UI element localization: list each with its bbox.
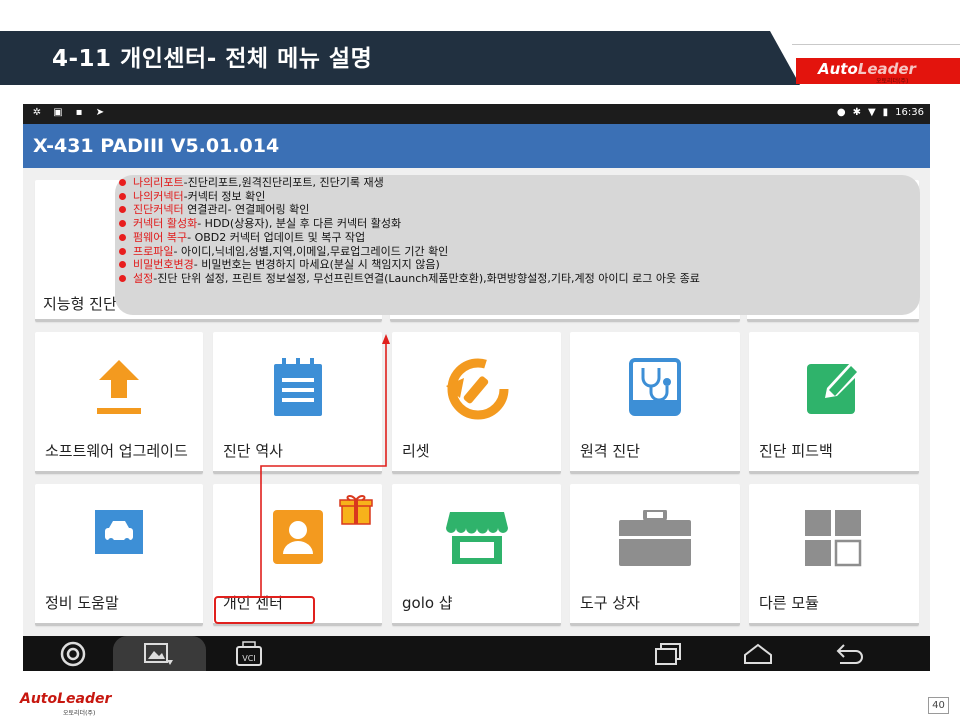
menu-description-callout: 나의리포트-진단리포트,원격진단리포트, 진단기록 재생 나의커넥터-커넥터 정… (115, 175, 920, 315)
tile-toolbox[interactable]: 도구 상자 (570, 484, 740, 626)
slide-title: 4-11 개인센터- 전체 메뉴 설명 (52, 46, 373, 72)
tile-reset[interactable]: 리셋 (392, 332, 561, 474)
status-bar: ✲ ▣ ▪ ➤ ● ✱ ▼ ▮ 16:36 (23, 104, 930, 124)
tile-diagnosis-feedback[interactable]: 진단 피드백 (749, 332, 919, 474)
tile-golo-shop[interactable]: golo 샵 (392, 484, 561, 626)
tile-label: 소프트웨어 업그레이드 (45, 442, 188, 460)
notepad-icon (272, 358, 324, 422)
battery-icon: ▮ (882, 107, 889, 118)
tile-label: golo 샵 (402, 594, 453, 612)
modules-grid-icon (805, 510, 863, 572)
bluetooth-icon: ✱ (852, 107, 861, 118)
tile-repair-help[interactable]: 정비 도움말 (35, 484, 203, 626)
tile-label: 도구 상자 (580, 594, 640, 612)
upload-arrow-icon (95, 358, 143, 422)
back-icon[interactable] (829, 636, 869, 671)
car-manual-icon (95, 510, 143, 558)
wifi-icon: ▼ (867, 107, 876, 118)
stethoscope-icon (629, 358, 681, 420)
reset-wrench-icon (444, 358, 510, 424)
tile-label: 다른 모듈 (759, 594, 819, 612)
callout-item-diag-connector: 진단커넥터 연결관리- 연결페어링 확인 (119, 203, 920, 217)
footer-logo: AutoLeader (20, 691, 112, 707)
tile-label: 진단 역사 (223, 442, 283, 460)
app-title: X-431 PADIII V5.01.014 (33, 135, 280, 157)
callout-item-firmware-repair: 펌웨어 복구- OBD2 커넥터 업데이트 및 복구 작업 (119, 231, 920, 245)
header-divider (792, 44, 960, 45)
tile-remote-diagnosis[interactable]: 원격 진단 (570, 332, 740, 474)
callout-item-password-change: 비밀번호변경- 비밀번호는 변경하지 마세요(분실 시 책임지지 않음) (119, 258, 920, 272)
browser-icon[interactable] (53, 636, 93, 671)
toolbox-icon (619, 508, 691, 570)
brand-subtitle: 오토리더(주) (876, 78, 909, 85)
callout-item-profile: 프로파일- 아이디,닉네임,성별,지역,이메일,무료업그레이드 기간 확인 (119, 245, 920, 259)
recent-apps-icon[interactable] (648, 636, 688, 671)
callout-item-settings: 설정-진단 단위 설정, 프린트 정보설정, 무선프린트연결(Launch제품만… (119, 272, 920, 286)
tile-label: 리셋 (402, 442, 430, 460)
notification-icon: ▪ (75, 107, 83, 118)
tile-software-upgrade[interactable]: 소프트웨어 업그레이드 (35, 332, 203, 474)
tile-label: 원격 진단 (580, 442, 640, 460)
page-number: 40 (928, 697, 949, 714)
image-icon: ▣ (53, 107, 63, 118)
tile-other-modules[interactable]: 다른 모듈 (749, 484, 919, 626)
callout-item-my-report: 나의리포트-진단리포트,원격진단리포트, 진단기록 재생 (119, 176, 920, 190)
tile-diagnosis-history[interactable]: 진단 역사 (213, 332, 382, 474)
gift-icon (339, 492, 373, 530)
svg-text:VCI: VCI (242, 654, 255, 663)
callout-item-connector-activation: 커넥터 활성화- HDD(상용자), 분실 후 다른 커넥터 활성화 (119, 217, 920, 231)
screenshot-icon[interactable] (138, 636, 178, 671)
location-icon: ● (836, 107, 846, 118)
edit-pencil-icon (805, 358, 863, 420)
navigation-bar: VCI (23, 636, 930, 671)
tile-label: 정비 도움말 (45, 594, 119, 612)
shop-icon (445, 510, 508, 570)
tile-label: 진단 피드백 (759, 442, 833, 460)
clock: 16:36 (895, 107, 924, 118)
android-debug-icon: ✲ (32, 107, 42, 118)
home-icon[interactable] (738, 636, 778, 671)
personal-center-highlight-box (214, 596, 315, 624)
footer-logo-subtitle: 오토리더(주) (63, 710, 96, 717)
vci-icon[interactable]: VCI (228, 636, 270, 671)
tile-label: 지능형 진단 (43, 295, 117, 313)
send-icon: ➤ (95, 107, 105, 118)
person-icon (272, 510, 323, 568)
callout-item-my-connector: 나의커넥터-커넥터 정보 확인 (119, 190, 920, 204)
